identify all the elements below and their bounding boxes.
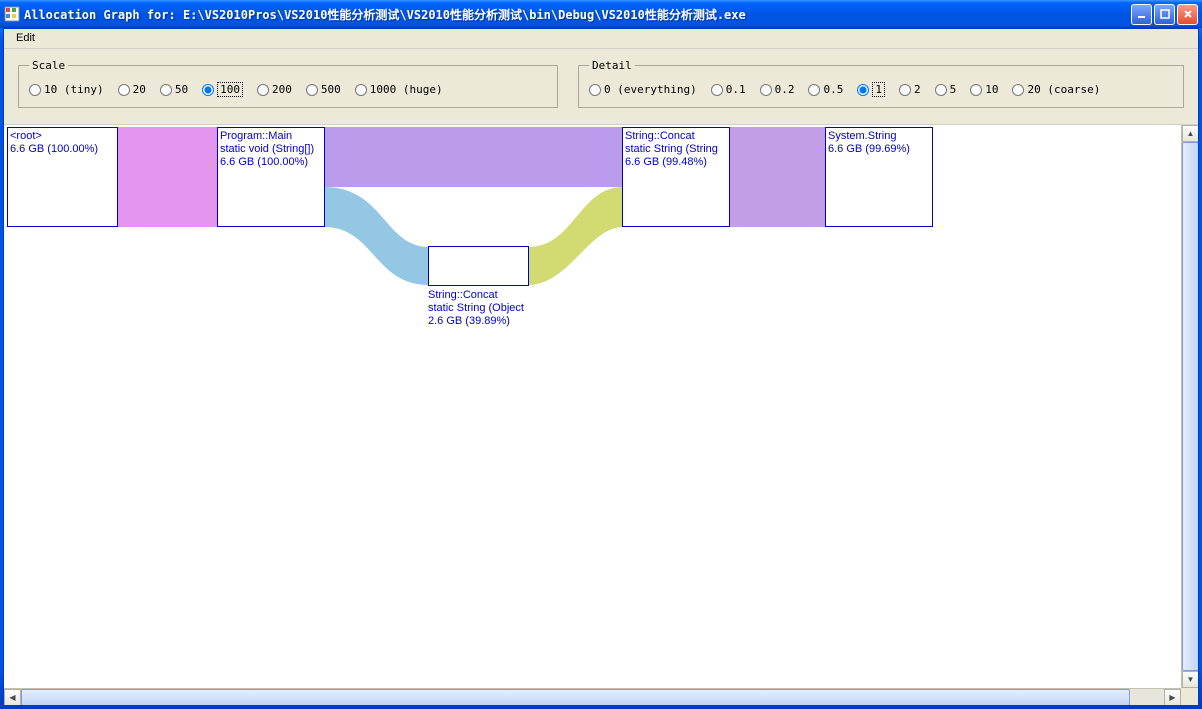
node-main[interactable]: Program::Main static void (String[]) 6.6… [217,127,325,227]
flow-svg [4,125,1181,685]
horizontal-scrollbar[interactable]: ◀ ▶ [4,688,1181,705]
scale-radio-500[interactable] [306,84,318,96]
node-concat-str-stats: 6.6 GB (99.48%) [625,156,727,169]
detail-option-0_2[interactable]: 0.2 [760,83,795,96]
node-root[interactable]: <root> 6.6 GB (100.00%) [7,127,118,227]
detail-radio-1[interactable] [857,84,869,96]
detail-radio-0[interactable] [589,84,601,96]
detail-option-20[interactable]: 20 (coarse) [1012,83,1100,96]
scale-label: 10 (tiny) [44,83,104,96]
app-icon [4,6,20,22]
detail-radio-group: 0 (everything) 0.1 0.2 0.5 1 2 5 10 20 (coarse) [589,78,1173,97]
window-title: Allocation Graph for: E:\VS2010Pros\VS20… [24,6,1131,23]
scale-option-200[interactable]: 200 [257,83,292,96]
scale-option-500[interactable]: 500 [306,83,341,96]
scale-radio-1000[interactable] [355,84,367,96]
detail-option-0_5[interactable]: 0.5 [808,83,843,96]
titlebar[interactable]: Allocation Graph for: E:\VS2010Pros\VS20… [0,0,1202,28]
maximize-button[interactable] [1154,4,1175,25]
node-concat-str-sig: static String (String [625,143,727,156]
detail-label: 0.2 [775,83,795,96]
vscroll-thumb[interactable] [1182,142,1198,671]
detail-label: 2 [914,83,921,96]
detail-label: 10 [985,83,998,96]
scroll-down-button[interactable]: ▼ [1182,671,1198,688]
scale-label: 100 [217,82,243,97]
node-concat-object-label: String::Concat static String (Object 2.6… [428,289,548,328]
flow-concat-sys [729,127,826,227]
node-concat-string[interactable]: String::Concat static String (String 6.6… [622,127,730,227]
node-root-stats: 6.6 GB (100.00%) [10,143,115,156]
node-system-string[interactable]: System.String 6.6 GB (99.69%) [825,127,933,227]
scale-label: 200 [272,83,292,96]
close-button[interactable] [1177,4,1198,25]
flow-obj-concat [528,187,623,285]
detail-label: 5 [950,83,957,96]
scroll-corner [1181,688,1198,705]
hscroll-thumb[interactable] [21,689,1130,705]
scale-option-10[interactable]: 10 (tiny) [29,83,104,96]
scale-label: 1000 (huge) [370,83,443,96]
detail-option-10[interactable]: 10 [970,83,998,96]
options-row: Scale 10 (tiny)20501002005001000 (huge) … [4,49,1198,124]
detail-radio-2[interactable] [899,84,911,96]
detail-radio-5[interactable] [935,84,947,96]
menu-edit[interactable]: Edit [10,31,41,45]
scroll-right-button[interactable]: ▶ [1164,689,1181,705]
scale-option-100[interactable]: 100 [202,82,243,97]
vertical-scrollbar[interactable]: ▲ ▼ [1181,125,1198,688]
detail-radio-10[interactable] [970,84,982,96]
detail-option-5[interactable]: 5 [935,83,957,96]
scale-radio-10[interactable] [29,84,41,96]
client-area: Edit Scale 10 (tiny) 20 50 100 200 500 1000 (h… [3,28,1199,706]
node-concat-object[interactable] [428,246,529,286]
graph-canvas-wrap: <root> 6.6 GB (100.00%) Program::Main st… [4,124,1198,705]
detail-radio-0_1[interactable] [711,84,723,96]
scale-option-1000[interactable]: 1000 (huge) [355,83,443,96]
scale-option-50[interactable]: 50 [160,83,188,96]
detail-radio-0_2[interactable] [760,84,772,96]
node-main-sig: static void (String[]) [220,143,322,156]
detail-option-0_1[interactable]: 0.1 [711,83,746,96]
node-concat-str-title: String::Concat [625,130,727,143]
scale-radio-group: 10 (tiny) 20 50 100 200 500 1000 (huge) [29,78,547,97]
detail-option-2[interactable]: 2 [899,83,921,96]
node-root-title: <root> [10,130,115,143]
scroll-up-button[interactable]: ▲ [1182,125,1198,142]
detail-radio-0_5[interactable] [808,84,820,96]
scale-option-20[interactable]: 20 [118,83,146,96]
detail-option-0[interactable]: 0 (everything) [589,83,697,96]
menubar: Edit [4,29,1198,49]
graph-canvas[interactable]: <root> 6.6 GB (100.00%) Program::Main st… [4,125,1181,688]
detail-label: 0.5 [823,83,843,96]
scale-legend: Scale [29,59,68,72]
scale-label: 500 [321,83,341,96]
node-sys-str-title: System.String [828,130,930,143]
scale-radio-100[interactable] [202,84,214,96]
detail-radio-20[interactable] [1012,84,1024,96]
scale-radio-200[interactable] [257,84,269,96]
detail-option-1[interactable]: 1 [857,82,885,97]
scale-radio-50[interactable] [160,84,172,96]
minimize-button[interactable] [1131,4,1152,25]
detail-label: 20 (coarse) [1027,83,1100,96]
node-main-stats: 6.6 GB (100.00%) [220,156,322,169]
scale-radio-20[interactable] [118,84,130,96]
detail-legend: Detail [589,59,635,72]
detail-fieldset: Detail 0 (everything) 0.1 0.2 0.5 1 2 5 10 20 (c… [578,59,1184,108]
flow-root-main [118,127,218,227]
detail-label: 0.1 [726,83,746,96]
scale-fieldset: Scale 10 (tiny) 20 50 100 200 500 1000 (huge) [18,59,558,108]
node-main-title: Program::Main [220,130,322,143]
window-controls [1131,4,1198,25]
detail-label: 1 [872,82,885,97]
scale-label: 50 [175,83,188,96]
flow-main-obj [324,187,429,285]
scale-label: 20 [133,83,146,96]
app-window: Allocation Graph for: E:\VS2010Pros\VS20… [0,0,1202,709]
flow-main-concat [324,127,623,187]
scroll-left-button[interactable]: ◀ [4,689,21,705]
node-sys-str-stats: 6.6 GB (99.69%) [828,143,930,156]
detail-label: 0 (everything) [604,83,697,96]
